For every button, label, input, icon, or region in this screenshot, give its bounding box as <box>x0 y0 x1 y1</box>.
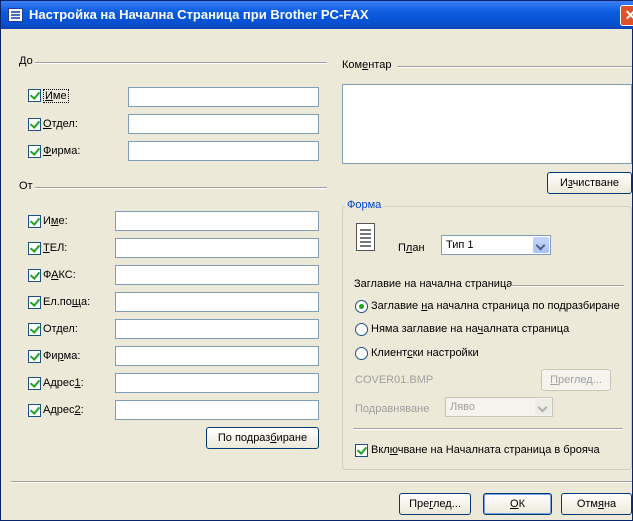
document-icon <box>356 223 375 251</box>
radio-no-title[interactable] <box>355 323 368 336</box>
cancel-button[interactable]: Отмяна <box>561 493 632 515</box>
from-company-checkbox[interactable] <box>28 350 41 363</box>
from-email-checkbox[interactable] <box>28 296 41 309</box>
from-address1-label: Адрес1: <box>43 377 84 389</box>
radio-custom-settings[interactable] <box>355 347 368 360</box>
from-fax-checkbox[interactable] <box>28 269 41 282</box>
align-select-value: Ляво <box>450 401 476 413</box>
include-in-counter-checkbox[interactable] <box>355 444 368 457</box>
from-email-input[interactable] <box>115 292 319 312</box>
radio-default-title[interactable] <box>355 300 368 313</box>
from-address1-checkbox[interactable] <box>28 377 41 390</box>
align-label: Подравняване <box>355 403 430 415</box>
from-fax-label: ФАКС: <box>43 269 76 281</box>
chevron-down-icon[interactable] <box>535 399 551 415</box>
from-email-label: Ел.поща: <box>43 296 91 308</box>
file-name: COVER01.BMP <box>355 374 434 386</box>
comment-textarea[interactable] <box>342 84 632 164</box>
to-separator <box>35 62 327 64</box>
to-company-input[interactable] <box>128 141 319 161</box>
from-separator <box>35 187 327 189</box>
to-department-input[interactable] <box>128 114 319 134</box>
to-department-checkbox[interactable] <box>28 118 41 131</box>
footer-separator <box>11 481 632 483</box>
cover-title-separator <box>511 285 624 287</box>
to-name-input[interactable] <box>128 87 319 107</box>
chevron-down-icon[interactable] <box>533 237 549 253</box>
from-name-checkbox[interactable] <box>28 215 41 228</box>
from-section-label: От <box>19 180 33 192</box>
radio-no-title-label: Няма заглавие на началната страница <box>371 323 570 335</box>
from-department-checkbox[interactable] <box>28 323 41 336</box>
from-company-input[interactable] <box>115 346 319 366</box>
from-department-input[interactable] <box>115 319 319 339</box>
comment-label: Коментар <box>342 59 392 71</box>
to-company-checkbox[interactable] <box>28 145 41 158</box>
from-address2-checkbox[interactable] <box>28 404 41 417</box>
dialog-window: Настройка на Начална Страница при Brothe… <box>0 0 633 521</box>
from-department-label: Отдел: <box>43 323 78 335</box>
comment-separator <box>397 66 632 68</box>
from-phone-checkbox[interactable] <box>28 242 41 255</box>
from-name-input[interactable] <box>115 211 319 231</box>
to-company-label: Фирма: <box>43 145 81 157</box>
align-select[interactable]: Ляво <box>445 397 553 417</box>
plan-select[interactable]: Тип 1 <box>441 235 551 255</box>
form-group-label: Форма <box>345 199 384 211</box>
app-icon <box>8 8 23 22</box>
radio-custom-settings-label: Клиентски настройки <box>371 347 479 359</box>
window-title: Настройка на Начална Страница при Brothe… <box>29 7 369 22</box>
title-bar[interactable]: Настройка на Начална Страница при Brothe… <box>1 1 633 29</box>
clear-button[interactable]: Изчистване <box>547 172 632 194</box>
form-separator <box>353 428 623 430</box>
preview-file-button[interactable]: Преглед... <box>541 369 611 391</box>
preview-button[interactable]: Преглед... <box>399 493 471 515</box>
to-department-label: Отдел: <box>43 118 78 130</box>
from-address2-label: Адрес2: <box>43 404 84 416</box>
plan-select-value: Тип 1 <box>446 239 474 251</box>
include-in-counter-label: Включване на Началната страница в брояча <box>371 444 600 456</box>
to-name-label: Име <box>43 89 69 103</box>
radio-default-title-label: Заглавие на начална страница по подразби… <box>371 300 620 312</box>
from-name-label: Име: <box>43 215 68 227</box>
from-address2-input[interactable] <box>115 400 319 420</box>
from-company-label: Фирма: <box>43 350 81 362</box>
close-icon[interactable]: ✕ <box>620 5 633 26</box>
from-fax-input[interactable] <box>115 265 319 285</box>
from-address1-input[interactable] <box>115 373 319 393</box>
ok-button[interactable]: ОК <box>483 493 552 515</box>
cover-title-label: Заглавие на начална страница <box>354 278 513 290</box>
to-name-checkbox[interactable] <box>28 89 41 102</box>
from-phone-label: ТЕЛ: <box>43 242 68 254</box>
from-phone-input[interactable] <box>115 238 319 258</box>
default-button[interactable]: По подразбиране <box>206 427 319 449</box>
plan-label: План <box>398 242 425 254</box>
to-section-label: До <box>19 55 33 67</box>
